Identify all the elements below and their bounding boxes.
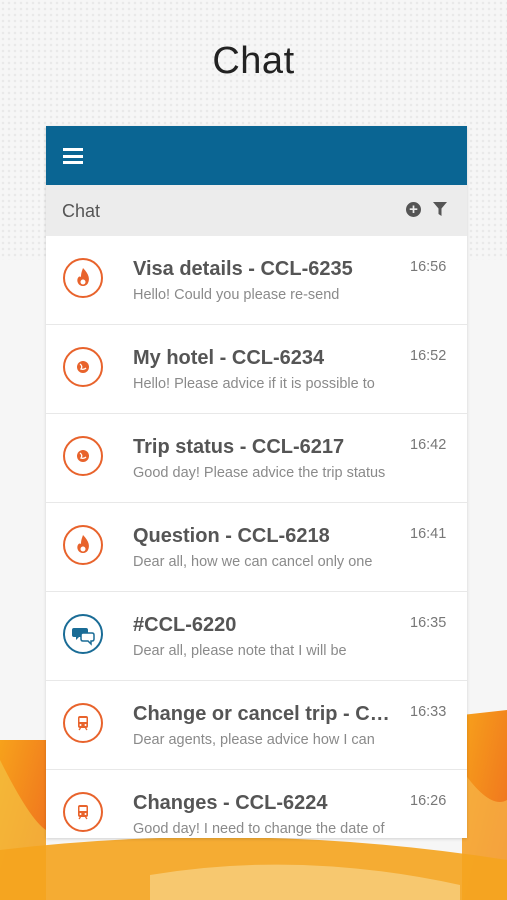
chat-bubbles-icon (63, 614, 103, 654)
chat-item-trip-status[interactable]: Trip status - CCL-6217 Good day! Please … (46, 414, 467, 503)
chat-title: Visa details - CCL-6235 (133, 258, 353, 280)
chat-item-visa-details[interactable]: Visa details - CCL-6235 Hello! Could you… (46, 236, 467, 325)
chat-title: My hotel - CCL-6234 (133, 347, 325, 369)
globe-icon (63, 347, 103, 387)
chat-time: 16:52 (410, 348, 447, 364)
add-circle-icon[interactable]: + (406, 202, 421, 217)
chat-time: 16:33 (410, 704, 447, 720)
chat-title: #CCL-6220 (133, 614, 237, 636)
chat-preview: Good day! I need to change the date of (133, 821, 385, 837)
chat-preview: Dear all, please note that I will be (133, 643, 347, 659)
chat-preview: Dear all, how we can cancel only one (133, 554, 373, 570)
chat-time: 16:56 (410, 259, 447, 275)
chat-time: 16:26 (410, 793, 447, 809)
hamburger-menu-icon[interactable] (63, 148, 83, 164)
train-icon (63, 792, 103, 832)
chat-panel: Chat + Visa details - CCL-6235 Hello! Co… (46, 126, 467, 838)
section-header: Chat + (46, 185, 467, 236)
chat-time: 16:35 (410, 615, 447, 631)
chat-preview: Hello! Please advice if it is possible t… (133, 376, 375, 392)
chat-item-ccl-6220[interactable]: #CCL-6220 Dear all, please note that I w… (46, 592, 467, 681)
chat-preview: Dear agents, please advice how I can (133, 732, 375, 748)
chat-item-my-hotel[interactable]: My hotel - CCL-6234 Hello! Please advice… (46, 325, 467, 414)
chat-item-change-or-cancel-trip[interactable]: Change or cancel trip - CC... Dear agent… (46, 681, 467, 770)
chat-title: Question - CCL-6218 (133, 525, 330, 547)
chat-title: Changes - CCL-6224 (133, 792, 328, 814)
fire-icon (63, 525, 103, 565)
filter-icon[interactable] (433, 202, 447, 217)
page-title: Chat (212, 40, 295, 82)
fire-icon (63, 258, 103, 298)
chat-title: Trip status - CCL-6217 (133, 436, 345, 458)
chat-preview: Hello! Could you please re-send (133, 287, 340, 303)
chat-item-changes[interactable]: Changes - CCL-6224 Good day! I need to c… (46, 770, 467, 838)
train-icon (63, 703, 103, 743)
app-toolbar (46, 126, 467, 185)
chat-preview: Good day! Please advice the trip status (133, 465, 386, 481)
globe-icon (63, 436, 103, 476)
chat-time: 16:41 (410, 526, 447, 542)
chat-item-question[interactable]: Question - CCL-6218 Dear all, how we can… (46, 503, 467, 592)
section-label: Chat (62, 201, 101, 221)
chat-time: 16:42 (410, 437, 447, 453)
chat-title: Change or cancel trip - CC... (133, 703, 393, 725)
chat-list: Visa details - CCL-6235 Hello! Could you… (46, 236, 467, 838)
